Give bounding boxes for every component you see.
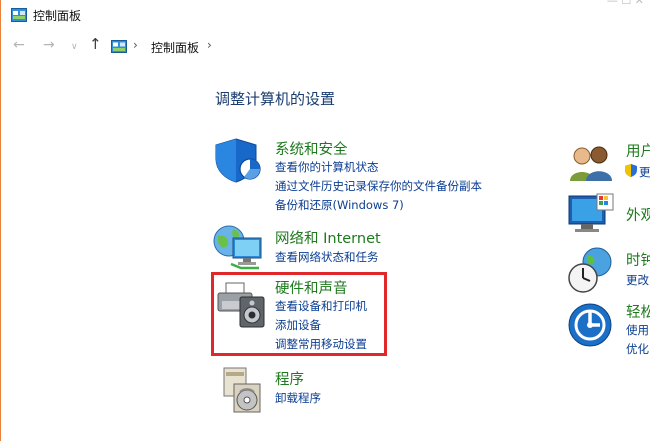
- title-bar: 控制面板 — ☐ ✕: [1, 0, 650, 32]
- window-controls[interactable]: — ☐ ✕: [607, 0, 644, 7]
- highlight-annotation: [211, 272, 387, 356]
- recent-locations-button[interactable]: ∨: [71, 42, 78, 52]
- category-system-security[interactable]: 系统和安全: [275, 138, 348, 159]
- breadcrumb-control-panel[interactable]: 控制面板: [151, 39, 199, 56]
- clock-globe-icon: [568, 247, 612, 293]
- uac-shield-icon: [625, 164, 637, 177]
- category-clock-region[interactable]: 时钟: [626, 249, 650, 270]
- ease-of-access-icon: [568, 303, 612, 347]
- breadcrumb-separator: ›: [133, 38, 138, 52]
- breadcrumb-dropdown-chevron[interactable]: ›: [207, 38, 212, 52]
- link-clock-change[interactable]: 更改: [626, 272, 649, 288]
- back-button[interactable]: ←: [13, 37, 25, 53]
- link-view-computer-status[interactable]: 查看你的计算机状态: [275, 159, 379, 175]
- page-heading: 调整计算机的设置: [215, 90, 336, 108]
- category-network-internet[interactable]: 网络和 Internet: [275, 227, 381, 248]
- programs-icon: [223, 367, 261, 413]
- category-programs[interactable]: 程序: [275, 368, 304, 389]
- network-globe-icon: [213, 225, 262, 270]
- address-control-panel-icon: [111, 40, 127, 53]
- appearance-monitor-icon: [568, 193, 614, 232]
- user-accounts-icon: [570, 146, 612, 181]
- category-ease-of-access[interactable]: 轻松: [626, 301, 650, 322]
- window-left-border: [0, 0, 1, 441]
- window-title: 控制面板: [33, 9, 82, 23]
- link-uninstall-program[interactable]: 卸载程序: [275, 390, 321, 406]
- category-user-accounts[interactable]: 用户: [626, 140, 650, 161]
- navigation-bar: ← → ∨ ↑ › 控制面板 ›: [1, 32, 650, 62]
- shield-icon: [215, 138, 261, 183]
- up-button[interactable]: ↑: [89, 35, 102, 53]
- link-file-history-backup[interactable]: 通过文件历史记录保存你的文件备份副本: [275, 178, 482, 194]
- forward-button[interactable]: →: [43, 37, 55, 53]
- link-ease-optimize[interactable]: 优化: [626, 341, 649, 357]
- link-network-status[interactable]: 查看网络状态和任务: [275, 249, 379, 265]
- control-panel-icon: [11, 8, 27, 22]
- link-user-change[interactable]: 更: [639, 164, 650, 180]
- link-ease-use[interactable]: 使用: [626, 322, 649, 338]
- category-appearance[interactable]: 外观: [626, 204, 650, 225]
- link-backup-restore[interactable]: 备份和还原(Windows 7): [275, 197, 404, 213]
